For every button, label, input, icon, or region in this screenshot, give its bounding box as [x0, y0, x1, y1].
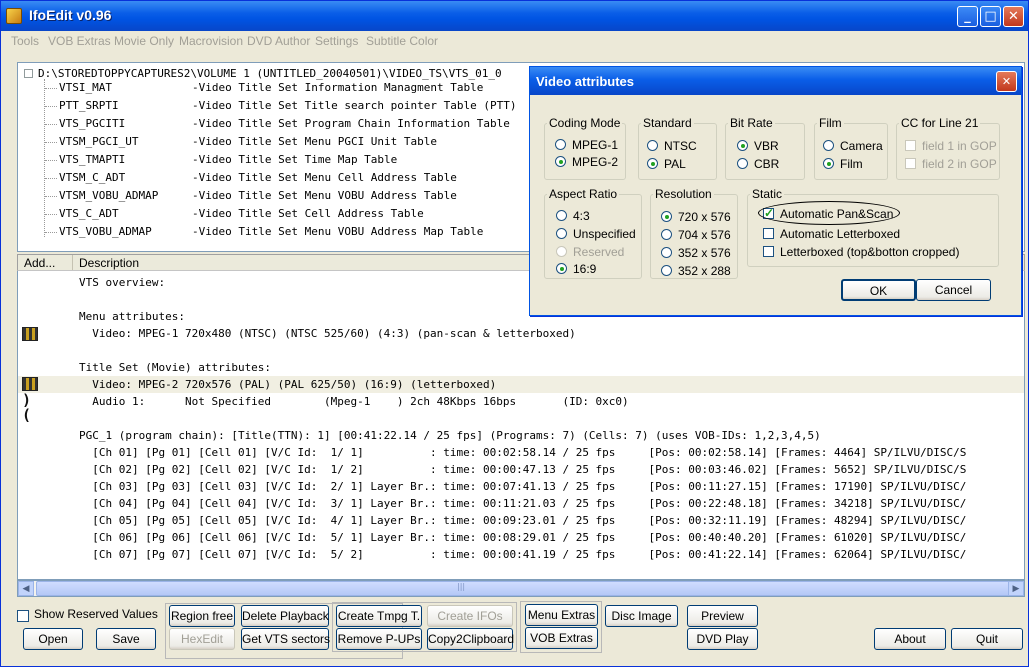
open-button[interactable]: Open	[23, 628, 83, 650]
list-row[interactable]: Title Set (Movie) attributes:	[18, 359, 1024, 376]
menu-macrovision[interactable]: Macrovision	[179, 34, 243, 48]
about-button[interactable]: About	[874, 628, 946, 650]
tree-item-vts-vobu-admap[interactable]: VTS_VOBU_ADMAP -Video Title Set Menu VOBU…	[45, 225, 483, 243]
menu-movie-only[interactable]: Movie Only	[114, 34, 174, 48]
hexedit-button[interactable]: HexEdit	[169, 628, 235, 650]
menu-subtitle-color[interactable]: Subtitle Color	[366, 34, 438, 48]
column-header-address[interactable]: Add...	[24, 256, 55, 270]
list-row[interactable]: Video: MPEG-1 720x480 (NTSC) (NTSC 525/6…	[18, 325, 1024, 342]
show-reserved-checkbox[interactable]	[17, 610, 29, 622]
standard-legend: Standard	[643, 116, 692, 130]
vob-extras-button[interactable]: VOB Extras	[525, 627, 598, 649]
region-free-button[interactable]: Region free	[169, 605, 235, 627]
video-attributes-dialog: Video attributes ✕ Coding Mode MPEG-1 MP…	[529, 66, 1022, 316]
get-vts-sectors-button[interactable]: Get VTS sectors	[241, 628, 330, 650]
close-button[interactable]: ✕	[1003, 6, 1024, 27]
save-button[interactable]: Save	[96, 628, 156, 650]
chapter-row[interactable]: [Ch 03] [Pg 03] [Cell 03] [V/C Id: 2/ 1]…	[18, 478, 1024, 495]
chapter-row[interactable]: [Ch 07] [Pg 07] [Cell 07] [V/C Id: 5/ 2]…	[18, 546, 1024, 563]
static-legend: Static	[752, 187, 783, 201]
grip-icon: |||	[457, 582, 466, 591]
tree-item-vtsm-pgci-ut[interactable]: VTSM_PGCI_UT -Video Title Set Menu PGCI U…	[45, 135, 437, 153]
column-divider[interactable]	[72, 255, 73, 270]
tree-item-vts-tmapti[interactable]: VTS_TMAPTI -Video Title Set Time Map Tabl…	[45, 153, 397, 171]
delete-playback-button[interactable]: Delete Playback	[241, 605, 329, 627]
bit-rate-legend: Bit Rate	[730, 116, 773, 130]
create-tmpg-button[interactable]: Create Tmpg T.	[336, 605, 422, 627]
dialog-title[interactable]: Video attributes	[530, 67, 1021, 95]
vts-overview-list[interactable]: VTS overview: Menu attributes: Video: MP…	[17, 271, 1025, 580]
list-row-selected[interactable]: Video: MPEG-2 720x576 (PAL) (PAL 625/50)…	[18, 376, 1024, 393]
menu-tools[interactable]: Tools	[11, 34, 39, 48]
dialog-close-icon[interactable]: ✕	[996, 71, 1017, 92]
title-bar[interactable]: IfoEdit v0.96 _ □ ✕	[1, 1, 1028, 31]
tree-item-vtsi-mat[interactable]: VTSI_MAT -Video Title Set Information Man…	[45, 81, 483, 99]
tree-item-vts-c-adt[interactable]: VTS_C_ADT -Video Title Set Cell Address T…	[45, 207, 424, 225]
chapter-row[interactable]: [Ch 04] [Pg 04] [Cell 04] [V/C Id: 3/ 1]…	[18, 495, 1024, 512]
tree-expand-icon[interactable]	[24, 69, 33, 78]
list-row[interactable]	[18, 342, 1024, 359]
scroll-right-icon[interactable]: ▶	[1008, 581, 1024, 596]
highlight-ellipse	[758, 201, 900, 225]
app-icon	[6, 8, 22, 24]
menu-bar: Tools VOB Extras Movie Only Macrovision …	[1, 31, 1028, 51]
tree-item-vtsm-vobu-admap[interactable]: VTSM_VOBU_ADMAP -Video Title Set Menu VOB…	[45, 189, 457, 207]
maximize-button[interactable]: □	[980, 6, 1001, 27]
list-row[interactable]: Audio 1: Not Specified (Mpeg-1 ) 2ch 48K…	[18, 393, 1024, 410]
minimize-button[interactable]: _	[957, 6, 978, 27]
coding-mode-legend: Coding Mode	[549, 116, 621, 130]
remove-pups-button[interactable]: Remove P-UPs	[336, 628, 422, 650]
scrollbar-thumb[interactable]: |||	[36, 581, 1011, 596]
tree-item-vts-pgciti[interactable]: VTS_PGCITI -Video Title Set Program Chain…	[45, 117, 510, 135]
chapter-row[interactable]: [Ch 02] [Pg 02] [Cell 02] [V/C Id: 1/ 2]…	[18, 461, 1024, 478]
cancel-button[interactable]: Cancel	[916, 279, 991, 301]
horizontal-scrollbar[interactable]: ◀ ||| ▶	[17, 580, 1025, 597]
chapter-row[interactable]: [Ch 01] [Pg 01] [Cell 01] [V/C Id: 1/ 1]…	[18, 444, 1024, 461]
ok-button[interactable]: OK	[841, 279, 916, 301]
chapter-row[interactable]: [Ch 05] [Pg 05] [Cell 05] [V/C Id: 4/ 1]…	[18, 512, 1024, 529]
copy2clipboard-button[interactable]: Copy2Clipboard	[427, 628, 514, 650]
create-ifos-button[interactable]: Create IFOs	[427, 605, 513, 627]
list-row[interactable]	[18, 410, 1024, 427]
film-legend: Film	[819, 116, 842, 130]
disc-image-button[interactable]: Disc Image	[605, 605, 678, 627]
video-film-icon	[22, 377, 38, 391]
resolution-legend: Resolution	[655, 187, 712, 201]
window-title: IfoEdit v0.96	[29, 7, 112, 23]
tree-item-vtsm-c-adt[interactable]: VTSM_C_ADT -Video Title Set Menu Cell Add…	[45, 171, 457, 189]
show-reserved-label: Show Reserved Values	[34, 607, 158, 621]
tree-root-path[interactable]: D:\STOREDTOPPYCAPTURES2\VOLUME 1 (UNTITL…	[38, 67, 502, 80]
column-header-description[interactable]: Description	[79, 256, 139, 270]
list-row[interactable]: PGC_1 (program chain): [Title(TTN): 1] […	[18, 427, 1024, 444]
chapter-row[interactable]: [Ch 06] [Pg 06] [Cell 06] [V/C Id: 5/ 1]…	[18, 529, 1024, 546]
menu-vob-extras[interactable]: VOB Extras	[48, 34, 111, 48]
cc-line21-legend: CC for Line 21	[901, 116, 979, 130]
quit-button[interactable]: Quit	[951, 628, 1023, 650]
preview-button[interactable]: Preview	[687, 605, 758, 627]
menu-dvd-author[interactable]: DVD Author	[247, 34, 310, 48]
dvd-play-button[interactable]: DVD Play	[687, 628, 758, 650]
menu-extras-button[interactable]: Menu Extras	[525, 604, 598, 626]
tree-item-ptt-srpti[interactable]: PTT_SRPTI -Video Title Set Title search p…	[45, 99, 517, 117]
menu-settings[interactable]: Settings	[315, 34, 358, 48]
scroll-left-icon[interactable]: ◀	[18, 581, 34, 596]
aspect-ratio-legend: Aspect Ratio	[549, 187, 618, 201]
